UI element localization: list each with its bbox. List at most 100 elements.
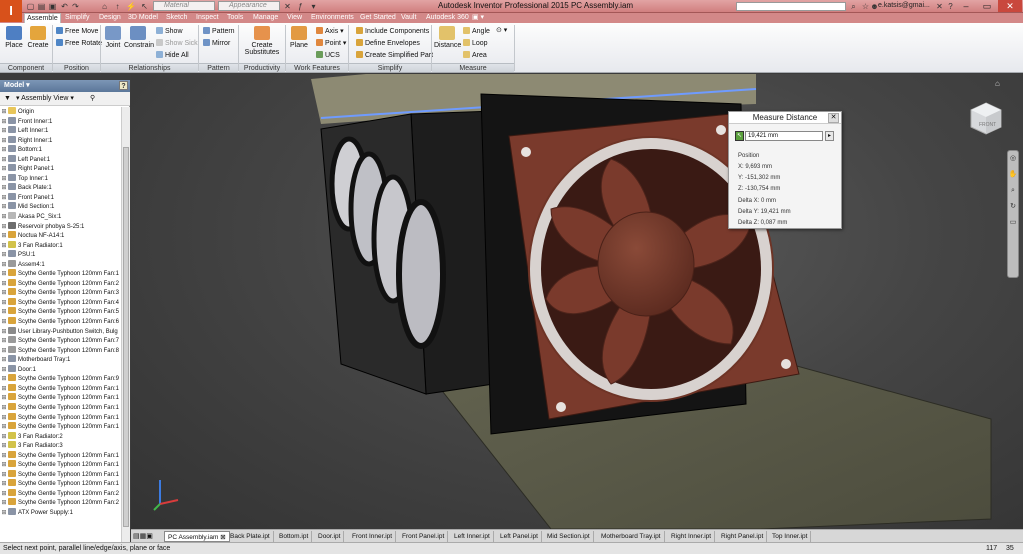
doc-tab[interactable]: Front Inner.ipt — [349, 531, 397, 542]
tab-assemble[interactable]: Assemble — [24, 13, 61, 23]
panel-simplify[interactable]: Simplify — [349, 63, 431, 72]
browser-node[interactable]: ⊞ Motherboard Tray:1 — [0, 355, 121, 365]
show-button[interactable]: Show — [156, 27, 183, 36]
browser-help-icon[interactable]: ? — [119, 81, 128, 90]
undo-icon[interactable]: ↶ — [60, 2, 69, 11]
appearance-combo[interactable]: Appearance — [218, 1, 280, 11]
area-button[interactable]: Area — [463, 51, 487, 60]
browser-node[interactable]: ⊞ Scythe Gentle Typhoon 120mm Fan:1 — [0, 412, 121, 423]
browser-node[interactable]: ⊞ Scythe Gentle Typhoon 120mm Fan:5 — [0, 307, 121, 317]
browser-node[interactable]: ⊞ Scythe Gentle Typhoon 120mm Fan:9 — [0, 374, 121, 384]
tab-vault[interactable]: Vault — [399, 13, 418, 23]
constrain-button[interactable]: Constrain — [124, 26, 154, 49]
tab-tools[interactable]: Tools — [225, 13, 245, 23]
panel-relationships[interactable]: Relationships — [101, 63, 198, 72]
new-icon[interactable]: ▢ — [26, 2, 35, 11]
create-substitutes-button[interactable]: Create Substitutes — [243, 26, 281, 56]
browser-node[interactable]: ⊞ User Library-Pushbutton Switch, Bulg — [0, 326, 121, 337]
browser-node[interactable]: ⊞ Scythe Gentle Typhoon 120mm Fan:3 — [0, 288, 121, 298]
browser-node[interactable]: ⊞ Scythe Gentle Typhoon 120mm Fan:1 — [0, 479, 121, 489]
close-button[interactable]: ✕ — [998, 0, 1022, 12]
user-account[interactable]: e.katsis@gmai... — [878, 2, 930, 9]
help-icon[interactable]: ? — [946, 2, 955, 11]
panel-pattern[interactable]: Pattern — [199, 63, 238, 72]
redo-icon[interactable]: ↷ — [71, 2, 80, 11]
minimize-button[interactable]: – — [956, 0, 976, 12]
browser-node[interactable]: ⊞ Back Plate:1 — [0, 183, 121, 193]
doc-tab[interactable]: Door.ipt — [315, 531, 345, 542]
browser-node[interactable]: ⊞ Scythe Gentle Typhoon 120mm Fan:1 — [0, 469, 121, 480]
home-icon[interactable]: ⌂ — [100, 2, 109, 11]
browser-node[interactable]: ⊞ Scythe Gentle Typhoon 120mm Fan:4 — [0, 297, 121, 308]
star-icon[interactable]: ☆ — [861, 2, 870, 11]
doc-tab[interactable]: Motherboard Tray.ipt — [598, 531, 665, 542]
browser-node[interactable]: ⊞ Right Inner:1 — [0, 135, 121, 146]
angle-button[interactable]: Angle — [463, 27, 490, 36]
inventor-logo[interactable]: I — [0, 0, 22, 22]
create-component-button[interactable]: Create — [27, 26, 49, 49]
browser-node[interactable]: ⊞ Mid Section:1 — [0, 202, 121, 212]
browser-node[interactable]: ⊞ Scythe Gentle Typhoon 120mm Fan:2 — [0, 498, 121, 508]
browser-node[interactable]: ⊞ ATX Power Supply:1 — [0, 507, 121, 519]
tab-design[interactable]: Design — [97, 13, 123, 23]
measure-close-button[interactable]: ✕ — [828, 113, 839, 123]
doc-tab[interactable]: Back Plate.ipt — [227, 531, 274, 542]
tab-environments[interactable]: Environments — [309, 13, 356, 23]
browser-node[interactable]: ⊞ Top Inner:1 — [0, 173, 121, 184]
distance-button[interactable]: Distance — [434, 26, 461, 49]
nav-wheel-icon[interactable]: ◎ — [1008, 151, 1018, 167]
browser-node[interactable]: ⊞ Scythe Gentle Typhoon 120mm Fan:1 — [0, 460, 121, 470]
expand-icon[interactable]: ⊞ — [0, 509, 8, 519]
doc-tab[interactable]: PC Assembly.iam ⊠ — [164, 531, 230, 542]
browser-node[interactable]: ⊞ Assem4:1 — [0, 259, 121, 270]
browser-node[interactable]: ⊞ Scythe Gentle Typhoon 120mm Fan:1 — [0, 422, 121, 432]
plane-button[interactable]: Plane — [288, 26, 310, 49]
find-icon[interactable]: ⚲ — [90, 92, 95, 106]
mirror-button[interactable]: Mirror — [203, 39, 230, 48]
tab-layout-icon[interactable]: ▤▦▣ — [133, 532, 153, 540]
measure-expand-button[interactable]: ▸ — [825, 131, 834, 141]
graphics-window[interactable] — [131, 74, 1023, 529]
doc-tab[interactable]: Top Inner.ipt — [769, 531, 812, 542]
update-icon[interactable]: ⚡ — [126, 2, 136, 11]
tab-get-started[interactable]: Get Started — [358, 13, 398, 23]
filter-icon[interactable]: ▼ — [4, 92, 11, 106]
include-components-button[interactable]: Include Components — [356, 27, 429, 36]
define-envelopes-button[interactable]: Define Envelopes — [356, 39, 420, 48]
doc-tab[interactable]: Left Panel.ipt — [497, 531, 542, 542]
return-icon[interactable]: ↑ — [113, 2, 122, 11]
search-icon[interactable]: ⌕ — [849, 2, 858, 11]
browser-node[interactable]: ⊞ Scythe Gentle Typhoon 120mm Fan:2 — [0, 488, 121, 499]
measure-value-field[interactable]: 19,421 mm — [745, 131, 823, 141]
browser-node[interactable]: ⊞ Scythe Gentle Typhoon 120mm Fan:1 — [0, 393, 121, 403]
zoom-icon[interactable]: ⌕ — [1008, 183, 1018, 199]
help-search-input[interactable] — [736, 2, 846, 11]
navigation-bar[interactable]: ◎ ✋ ⌕ ↻ ▭ — [1007, 150, 1019, 278]
ribbon-options-icon[interactable]: ▣ ▾ — [470, 13, 486, 23]
browser-node[interactable]: ⊞ Akasa PC_Six:1 — [0, 212, 121, 222]
doc-tab[interactable]: Right Inner.ipt — [668, 531, 716, 542]
more-icon[interactable]: ▾ — [309, 2, 318, 11]
doc-tab[interactable]: Front Panel.ipt — [399, 531, 449, 542]
browser-node[interactable]: ⊞ Scythe Gentle Typhoon 120mm Fan:2 — [0, 278, 121, 289]
browser-node[interactable]: ⊞ Right Panel:1 — [0, 164, 121, 174]
scrollbar-thumb[interactable] — [123, 147, 129, 527]
doc-tab[interactable]: Left Inner.ipt — [451, 531, 494, 542]
tab-manage[interactable]: Manage — [251, 13, 280, 23]
browser-node[interactable]: ⊞ Scythe Gentle Typhoon 120mm Fan:1 — [0, 269, 121, 279]
panel-productivity[interactable]: Productivity — [239, 63, 285, 72]
browser-scrollbar[interactable] — [121, 107, 130, 542]
browser-node[interactable]: ⊞ Left Inner:1 — [0, 126, 121, 136]
browser-node[interactable]: ⊞ Scythe Gentle Typhoon 120mm Fan:1 — [0, 450, 121, 461]
point-button[interactable]: Point ▾ — [316, 39, 346, 48]
panel-work-features[interactable]: Work Features — [286, 63, 348, 72]
hide-all-button[interactable]: Hide All — [156, 51, 189, 60]
tab-autodesk-360[interactable]: Autodesk 360 — [424, 13, 471, 23]
assembly-view-dropdown[interactable]: ▾ Assembly View ▾ — [16, 92, 74, 106]
home-view-icon[interactable]: ⌂ — [995, 79, 1000, 88]
doc-tab[interactable]: Right Panel.ipt — [718, 531, 768, 542]
pattern-button[interactable]: Pattern — [203, 27, 235, 36]
create-simplified-part-button[interactable]: Create Simplified Part — [356, 51, 433, 60]
browser-node[interactable]: ⊞ 3 Fan Radiator:3 — [0, 441, 121, 451]
free-move-button[interactable]: Free Move — [56, 27, 98, 36]
